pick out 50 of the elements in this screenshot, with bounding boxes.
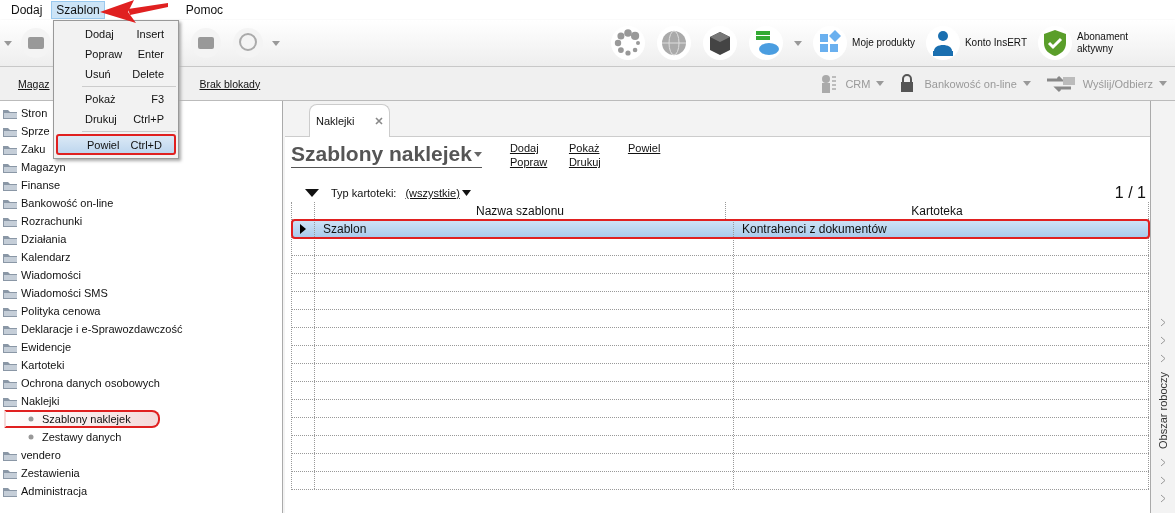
sidebar-item[interactable]: Ewidencje bbox=[0, 338, 72, 356]
sidebar-item[interactable]: Rozrachunki bbox=[0, 212, 83, 230]
sidebar-item[interactable]: Naklejki bbox=[0, 392, 60, 410]
link[interactable]: Brak blokady bbox=[199, 77, 261, 90]
table-row[interactable]: Szablon Kontrahenci z dokumentów bbox=[292, 220, 1149, 238]
sidebar-item[interactable]: Deklaracje i e-Sprawozdawczość bbox=[0, 320, 183, 338]
table-cell: Szablon bbox=[315, 220, 734, 237]
sidebar-item[interactable]: Kartoteki bbox=[0, 356, 65, 374]
menu-item[interactable]: Dodaj bbox=[6, 1, 48, 19]
sidebar-item[interactable]: Polityka cenowa bbox=[0, 302, 101, 320]
toolbar-button[interactable]: Konto InsERT bbox=[924, 25, 1027, 61]
sidebar-item[interactable]: Szablony naklejek bbox=[4, 410, 160, 428]
sidebar-item[interactable]: Zestawy danych bbox=[0, 428, 158, 446]
link[interactable]: Pokaż bbox=[568, 142, 628, 154]
toolbar-button[interactable]: Moje produkty bbox=[812, 25, 915, 61]
panel-label[interactable]: Obszar roboczy bbox=[1157, 371, 1169, 449]
sidebar-item[interactable]: Bankowość on-line bbox=[0, 194, 114, 212]
menu-item[interactable]: Drukuj Ctrl+P bbox=[56, 109, 176, 129]
sidebar-item[interactable]: Kalendarz bbox=[0, 248, 71, 266]
sidebar-item[interactable]: Finanse bbox=[0, 176, 61, 194]
menu-item[interactable]: Pomoc bbox=[180, 1, 229, 19]
menu-item[interactable]: Dodaj Insert bbox=[56, 24, 176, 44]
link[interactable]: Popraw bbox=[509, 156, 569, 168]
sidebar-item[interactable]: Administracja bbox=[0, 482, 88, 500]
menu-item[interactable]: Popraw Enter bbox=[56, 44, 176, 64]
filter-label: Typ kartoteki: bbox=[331, 187, 397, 199]
page-title[interactable]: Szablony naklejek bbox=[291, 142, 482, 168]
menu-item[interactable]: Powiel Ctrl+D bbox=[56, 134, 176, 155]
toolbar-button[interactable]: Abonament aktywny bbox=[1037, 25, 1167, 61]
link[interactable]: Drukuj bbox=[568, 156, 628, 168]
menu-item[interactable]: Usuń Delete bbox=[56, 64, 176, 84]
sidebar-item[interactable]: Zestawienia bbox=[0, 464, 80, 482]
link[interactable]: Magaz bbox=[18, 77, 50, 90]
sidebar-item[interactable]: Wiadomości bbox=[0, 266, 81, 284]
sidebar-item[interactable]: Ochrona danych osobowych bbox=[0, 374, 160, 392]
sidebar-item[interactable]: Magazyn bbox=[0, 158, 66, 176]
menu-item[interactable]: Szablon bbox=[51, 1, 105, 19]
link[interactable]: Powiel bbox=[627, 142, 687, 154]
tab[interactable]: Naklejki bbox=[309, 104, 390, 137]
menu-item[interactable]: Pokaż F3 bbox=[56, 89, 176, 109]
table-cell: Kontrahenci z dokumentów bbox=[734, 220, 1149, 237]
filter-dropdown[interactable]: (wszystkie) bbox=[405, 187, 471, 199]
sidebar-item[interactable]: Stron bbox=[0, 104, 48, 122]
sidebar-item[interactable]: Wiadomości SMS bbox=[0, 284, 108, 302]
page-counter: 1 / 1 bbox=[1114, 184, 1147, 202]
sidebar-item[interactable]: Zaku bbox=[0, 140, 46, 158]
sidebar-item[interactable]: vendero bbox=[0, 446, 61, 464]
link[interactable]: Dodaj bbox=[509, 142, 569, 154]
sidebar-item[interactable]: Sprze bbox=[0, 122, 50, 140]
sidebar-item[interactable]: Działania bbox=[0, 230, 67, 248]
